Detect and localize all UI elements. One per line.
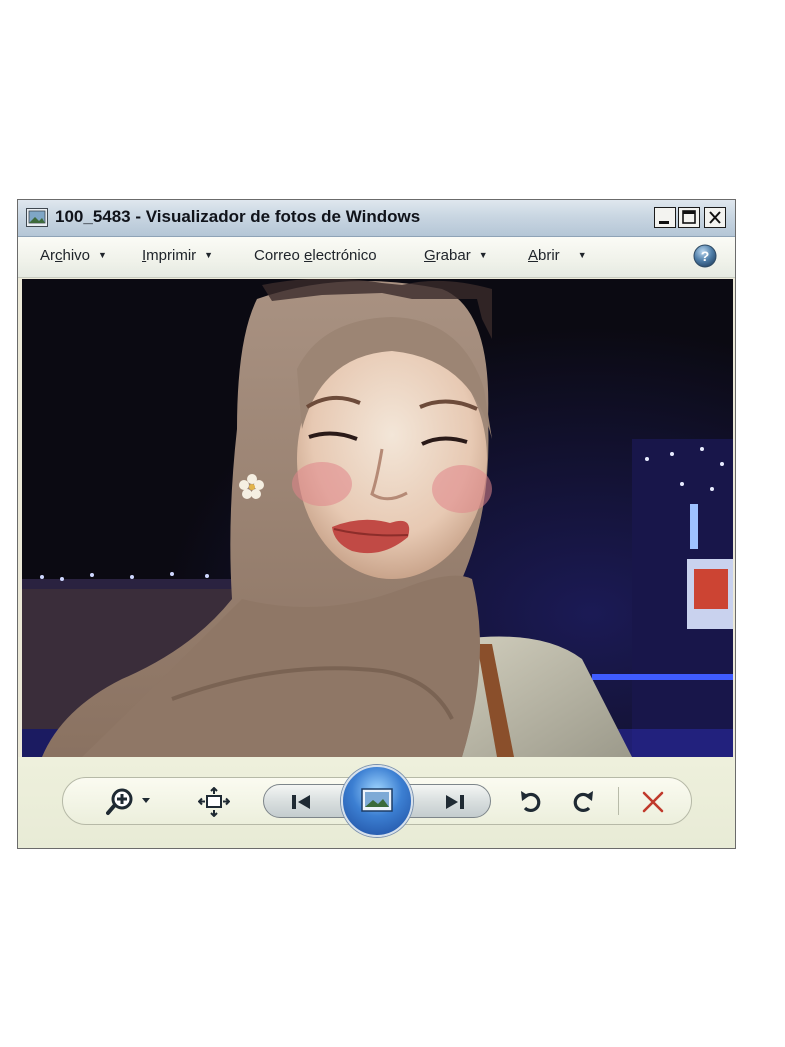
photo-viewport[interactable] [22,279,733,757]
previous-icon [292,795,310,809]
close-icon [709,211,721,224]
picture-viewer-icon [26,208,48,227]
delete-icon[interactable] [641,790,665,814]
minimize-button[interactable] [654,207,676,228]
control-bar [18,757,735,848]
toolbar-divider [618,787,619,815]
rotate-clockwise-icon[interactable] [570,789,596,815]
slideshow-button[interactable] [341,765,413,837]
menu-imprimir[interactable]: Imprimir ▼ [142,247,213,264]
portrait-photo [22,279,733,757]
chevron-down-icon: ▼ [204,250,214,260]
close-button[interactable] [704,207,726,228]
photo-viewer-window: 100_5483 - Visualizador de fotos de Wind… [17,199,736,849]
chevron-down-icon: ▼ [478,250,488,260]
zoom-icon[interactable] [106,785,158,817]
command-bar: Archivo ▼ Imprimir ▼ Correo electrónico Gr… [18,237,735,278]
actual-size-icon[interactable] [198,787,230,817]
chevron-down-icon: ▼ [98,250,107,260]
title-bar[interactable]: 100_5483 - Visualizador de fotos de Wind… [18,200,735,237]
maximize-icon [682,210,696,224]
slideshow-icon [361,788,393,812]
minimize-icon [659,221,669,224]
menu-abrir[interactable]: Abrir ▼ [528,247,587,264]
next-icon [446,795,464,809]
maximize-button[interactable] [678,207,700,228]
chevron-down-icon: ▼ [577,250,587,260]
menu-archivo[interactable]: Archivo ▼ [40,247,107,264]
menu-correo-electronico[interactable]: Correo electrónico [254,247,377,264]
menu-grabar[interactable]: Grabar ▼ [424,247,488,264]
svg-text:?: ? [701,248,710,264]
help-icon[interactable]: ? [693,244,717,268]
window-title: 100_5483 - Visualizador de fotos de Wind… [55,207,421,226]
rotate-counterclockwise-icon[interactable] [518,789,544,815]
